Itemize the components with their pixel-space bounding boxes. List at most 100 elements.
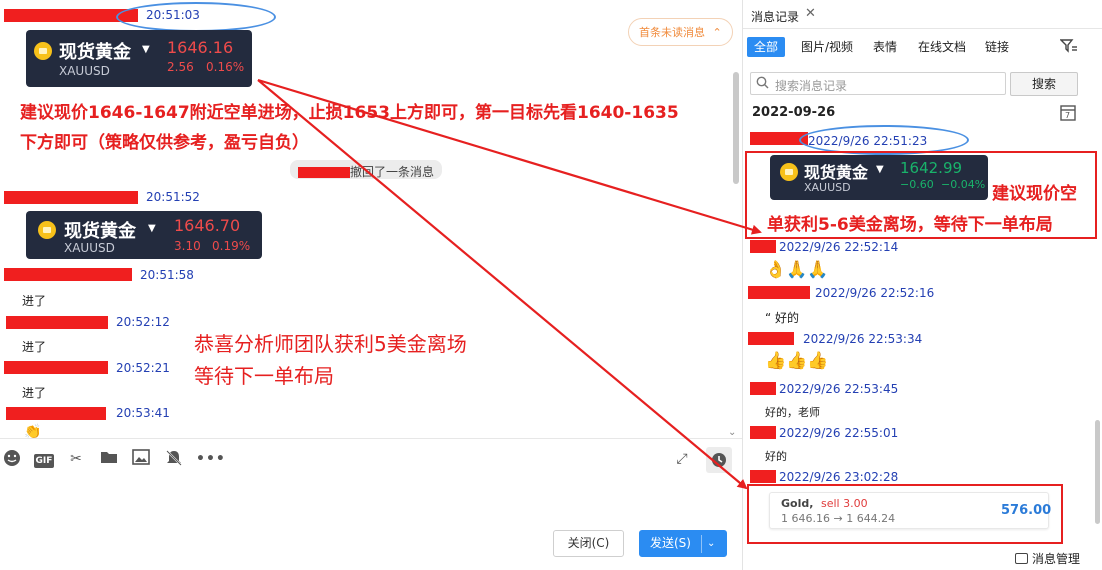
close-button[interactable]: 关闭(C) [553,530,624,557]
quote-symbol: XAUUSD [64,241,115,255]
strategy-annotation: 建议现价1646-1647附近空单进场，止损1653上方即可，第一目标先看164… [20,103,679,123]
tab-images-videos[interactable]: 图片/视频 [801,37,853,57]
send-label: 发送(S) [650,536,691,550]
input-toolbar: GIF ✂ ••• ⤢ ⌄ [0,427,742,478]
message-time: 20:52:12 [116,315,170,329]
image-icon[interactable] [131,449,151,469]
divider [743,28,1102,29]
scrollbar[interactable] [1095,420,1100,524]
caret-down-icon: ▼ [148,223,156,234]
recall-notice: 撤回了一条消息 [290,160,443,179]
search-button[interactable]: 搜索 [1010,72,1078,96]
history-icon[interactable] [706,447,732,473]
message-time: 20:51:58 [140,268,194,282]
send-button[interactable]: 发送(S) ⌄ [639,530,727,557]
message-input[interactable]: 关闭(C) 发送(S) ⌄ [0,478,742,570]
message-history-panel: 消息记录 ✕ 全部 图片/视频 表情 在线文档 链接 搜索消息记录 搜索 202… [742,0,1102,570]
history-time: 2022/9/26 22:55:01 [779,426,899,440]
unread-pill-label: 首条未读消息 [639,26,705,39]
redacted-sender [748,332,794,345]
gold-quote-card[interactable]: 现货黄金 ▼ XAUUSD 1646.70 3.10 0.19% [26,211,262,259]
quote-percent: −0.04% [941,178,986,191]
scrollbar[interactable] [733,72,739,184]
redacted-sender [4,191,138,204]
recall-text: 撤回了一条消息 [350,165,435,179]
clap-emoji-icon: 👏 [24,424,42,438]
redacted-sender [750,470,776,483]
history-time: 2022/9/26 22:52:16 [815,286,935,300]
divider [701,535,702,553]
trade-card[interactable]: Gold, sell 3.00 1 646.16 → 1 644.24 576.… [769,492,1052,529]
message-time: 20:53:41 [116,406,170,420]
quote-symbol: XAUUSD [59,64,110,78]
tab-all[interactable]: 全部 [747,37,786,57]
tab-links[interactable]: 链接 [985,37,1009,57]
trade-profit: 576.00 [1001,503,1052,518]
message-text: 进了 [22,340,47,354]
calendar-icon[interactable]: 7 [1060,104,1076,124]
message-text: 进了 [22,294,47,308]
manage-messages-button[interactable]: 消息管理 [1015,550,1080,567]
quote-name: 现货黄金 [804,163,869,182]
search-input[interactable]: 搜索消息记录 [750,72,1006,95]
redacted-sender [4,268,132,281]
redacted-sender [750,426,776,439]
gold-quote-card[interactable]: 现货黄金 ▼ XAUUSD 1642.99 −0.60 −0.04% [770,155,988,200]
caret-down-icon: ▼ [142,44,150,55]
expand-icon[interactable]: ⤢ [672,449,692,469]
chevron-down-icon[interactable]: ⌄ [707,531,715,556]
gold-coin-icon [780,163,798,181]
filter-icon[interactable] [1059,38,1078,57]
trade-instrument: Gold, [781,497,814,510]
message-list[interactable]: 20:51:03 现货黄金 ▼ XAUUSD 1646.16 2.56 0.16… [0,0,742,438]
first-unread-pill[interactable]: 首条未读消息 ⌃ [628,18,733,46]
tab-stickers[interactable]: 表情 [873,37,897,57]
chat-window: 20:51:03 现货黄金 ▼ XAUUSD 1646.16 2.56 0.16… [0,0,742,570]
quote-price: 1646.16 [167,38,234,57]
history-time: 2022/9/26 22:53:45 [779,382,899,396]
gif-icon[interactable]: GIF [33,449,55,469]
caret-down-icon: ▼ [876,164,884,175]
scissors-icon[interactable]: ✂ [66,449,86,469]
message-time: 20:51:52 [146,190,200,204]
strategy-annotation-2: 下方即可（策略仅供参考，盈亏自负） [20,133,309,153]
redacted-sender [6,316,108,329]
tab-online-docs[interactable]: 在线文档 [918,37,966,57]
gold-coin-icon [34,42,52,60]
quote-change: −0.60 [900,178,934,191]
quote-percent: 0.16% [206,60,245,74]
more-icon[interactable]: ••• [196,449,225,469]
bell-off-icon[interactable] [164,449,184,469]
gif-label: GIF [33,454,55,468]
quote-symbol: XAUUSD [804,181,851,194]
gold-quote-card[interactable]: 现货黄金 ▼ XAUUSD 1646.16 2.56 0.16% [26,30,252,87]
folder-icon[interactable] [99,449,119,469]
message-text: 进了 [22,386,47,400]
message-text: 好的 [765,450,787,463]
history-time: 2022/9/26 22:53:34 [803,332,923,346]
congrats-annotation-2: 等待下一单布局 [194,364,334,388]
close-icon[interactable]: ✕ [805,6,816,21]
redacted-sender [750,382,776,395]
quote-name: 现货黄金 [64,221,136,242]
message-manage-icon [1015,553,1028,564]
manage-label: 消息管理 [1032,552,1081,566]
redacted-sender [6,407,106,420]
quote-price: 1642.99 [900,159,963,177]
quote-percent: 0.19% [212,239,251,253]
message-time: 20:52:21 [116,361,170,375]
trade-prices: 1 646.16 → 1 644.24 [781,512,896,525]
emoji-icon[interactable] [2,449,22,469]
quote-change: 3.10 [174,239,201,253]
profit-annotation-2: 单获利5-6美金离场，等待下一单布局 [767,215,1053,235]
quote-name: 现货黄金 [59,42,131,63]
highlight-ellipse [116,2,276,32]
redacted-sender [4,361,108,374]
search-icon [756,76,769,92]
profit-annotation: 建议现价空 [992,184,1077,204]
panel-title: 消息记录 [751,10,800,24]
message-text: “ 好的 [765,311,800,325]
collapse-icon[interactable]: ⌄ [728,427,736,438]
redacted-sender [748,286,810,299]
emoji-message: 👍👍👍 [765,351,829,371]
